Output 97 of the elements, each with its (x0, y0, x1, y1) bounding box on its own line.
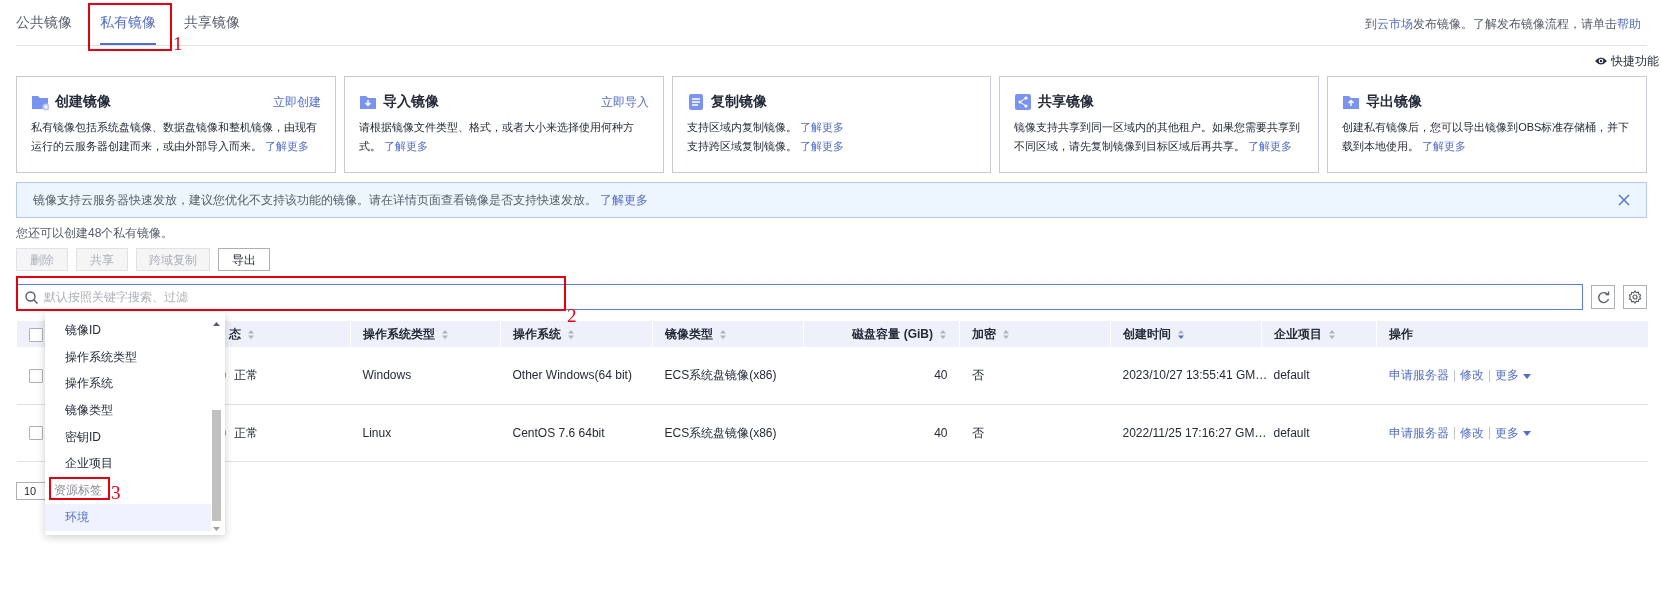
sort-icon[interactable] (719, 329, 727, 341)
checkbox[interactable] (28, 369, 43, 384)
document-icon (686, 92, 705, 111)
column-header: 操作系统 (513, 327, 561, 341)
dropdown-item[interactable]: 密钥ID (45, 423, 211, 451)
card-description: 私有镜像包括系统盘镜像、数据盘镜像和整机镜像，由现有运行的云服务器创建而来，或由外部导入而来。 了解更多 (31, 120, 318, 154)
search-icon (25, 290, 38, 304)
refresh-icon (1596, 290, 1610, 304)
tab[interactable]: 共享镜像 (184, 12, 240, 45)
eye-icon (1595, 55, 1607, 67)
card-title: 导出镜像 (1366, 92, 1423, 111)
action-link[interactable]: 申请服务器 (1388, 425, 1449, 440)
card-title: 创建镜像 (55, 92, 111, 111)
sort-icon[interactable] (1002, 329, 1010, 341)
column-header: 企业项目 (1274, 327, 1322, 341)
checkbox[interactable] (28, 426, 43, 441)
search-field[interactable]: 默认按照关键字搜索、过滤 (16, 284, 1583, 310)
scroll-down-icon[interactable] (212, 526, 221, 532)
learn-more-link[interactable]: 了解更多 (1248, 140, 1293, 152)
column-header: 态 (229, 327, 241, 341)
publish-note: 到云市场发布镜像。了解发布镜像流程，请单击帮助 (1365, 16, 1642, 33)
table-cell: ECS系统盘镜像(x86) (664, 425, 777, 440)
settings-button[interactable] (1623, 285, 1647, 309)
dropdown-item[interactable]: 镜像类型 (45, 397, 211, 424)
column-header: 磁盘容量 (GiB) (852, 327, 933, 341)
share-icon (1014, 92, 1033, 111)
card-action-link[interactable]: 立即导入 (600, 92, 649, 111)
table-cell: 否 (971, 425, 984, 440)
group-label: 资源标签 (54, 483, 102, 498)
learn-more-link[interactable]: 了解更多 (265, 140, 310, 152)
dropdown-item[interactable]: 操作系统类型 (45, 343, 211, 371)
sort-icon[interactable] (441, 329, 449, 341)
quick-functions-label[interactable]: 快捷功能 (1611, 52, 1659, 70)
sort-icon[interactable] (939, 329, 947, 341)
sort-icon[interactable] (567, 329, 575, 341)
table-cell: Linux (362, 425, 392, 440)
table-cell: CentOS 7.6 64bit (512, 425, 605, 440)
table-cell: 40 (934, 368, 948, 383)
learn-more-link[interactable]: 了解更多 (799, 140, 844, 152)
caret-icon (1522, 373, 1531, 379)
column-header: 创建时间 (1123, 327, 1171, 341)
card-description: 支持跨区域复制镜像。 了解更多 (686, 139, 845, 154)
highlight-frame (49, 477, 110, 501)
tab[interactable]: 私有镜像 (100, 12, 156, 45)
sort-icon[interactable] (1177, 329, 1185, 341)
card-description: 创建私有镜像后，您可以导出镜像到OBS标准存储桶，并下载到本地使用。 了解更多 (1342, 120, 1631, 154)
action-button[interactable]: 导出 (218, 248, 270, 271)
status-text: 正常 (233, 368, 258, 383)
settings-icon (1628, 290, 1642, 304)
action-link[interactable]: 修改 (1459, 368, 1484, 383)
more-menu-link[interactable]: 更多 (1494, 425, 1531, 440)
dropdown-item[interactable]: 环境 (45, 503, 211, 531)
card-action-link[interactable]: 立即创建 (272, 92, 321, 111)
table-cell: default (1273, 368, 1310, 383)
learn-more-link[interactable]: 了解更多 (1422, 140, 1467, 152)
status-text: 正常 (233, 425, 258, 440)
banner-text: 镜像支持云服务器快速发放，建议您优化不支持该功能的镜像。请在详情页面查看镜像是否支持快速发放。 了解更多 (33, 192, 649, 209)
table-cell: 2022/11/25 17:16:27 GM… (1122, 425, 1267, 440)
table-cell: 否 (971, 368, 984, 383)
column-header: 操作系统类型 (363, 327, 435, 341)
table-cell: default (1273, 425, 1310, 440)
card-title: 导入镜像 (382, 92, 439, 111)
card-title: 复制镜像 (710, 92, 767, 111)
link[interactable]: 帮助 (1617, 17, 1641, 31)
column-header: 操作 (1389, 327, 1413, 341)
table-cell: Other Windows(64 bit) (512, 368, 632, 383)
scroll-up-icon[interactable] (212, 320, 221, 327)
learn-more-link[interactable]: 了解更多 (383, 140, 428, 152)
dropdown-item[interactable]: 企业项目 (45, 450, 211, 478)
table-cell: ECS系统盘镜像(x86) (664, 368, 777, 383)
caret-icon (1522, 430, 1531, 436)
card-description: 镜像支持共享到同一区域内的其他租户。如果您需要共享到不同区域，请先复制镜像到目标区域后再共享。 了解更多 (1014, 120, 1302, 154)
close-icon[interactable] (1618, 194, 1630, 206)
table-cell: 2023/10/27 13:55:41 GM… (1122, 368, 1268, 383)
quota-note: 您还可以创建48个私有镜像。 (16, 225, 175, 242)
dropdown-item[interactable]: 镜像ID (45, 317, 211, 344)
table-cell: Windows (362, 368, 412, 383)
card-title: 共享镜像 (1038, 92, 1095, 111)
card-description: 支持区域内复制镜像。 了解更多 (686, 120, 845, 135)
learn-more-link[interactable]: 了解更多 (600, 193, 649, 207)
tab[interactable]: 公共镜像 (16, 12, 72, 45)
card-description: 请根据镜像文件类型、格式，或者大小来选择使用何种方式。 了解更多 (358, 120, 635, 154)
column-header: 镜像类型 (665, 327, 713, 341)
annotation-number: 1 (173, 34, 183, 53)
checkbox[interactable] (29, 327, 43, 342)
dropdown-item[interactable]: 操作系统 (45, 370, 211, 398)
sort-icon[interactable] (1328, 329, 1336, 341)
learn-more-link[interactable]: 了解更多 (799, 121, 844, 133)
column-header: 加密 (972, 327, 996, 341)
link[interactable]: 云市场 (1377, 17, 1413, 31)
action-link[interactable]: 申请服务器 (1388, 368, 1449, 383)
refresh-button[interactable] (1591, 285, 1615, 309)
table-cell: 40 (934, 425, 948, 440)
annotation-number: 3 (111, 483, 121, 503)
more-menu-link[interactable]: 更多 (1494, 368, 1531, 383)
action-link[interactable]: 修改 (1459, 425, 1484, 440)
sort-icon[interactable] (247, 329, 255, 341)
